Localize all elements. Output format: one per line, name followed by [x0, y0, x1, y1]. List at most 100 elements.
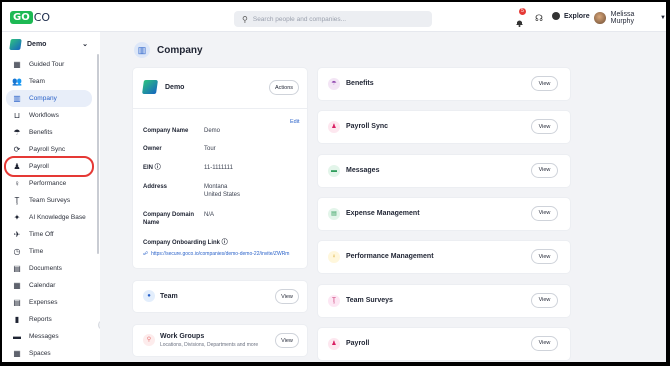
message-icon: ▬	[13, 332, 21, 341]
main-content: ▥ Company Demo Actions Edit Company Name…	[100, 32, 666, 362]
headset-icon[interactable]: ☊	[535, 13, 543, 24]
company-card: Demo Actions Edit Company Name Demo Owne…	[133, 68, 307, 268]
sidebar-item-label: Payroll Sync	[29, 146, 66, 153]
workflow-icon: ⊔	[13, 111, 21, 120]
plane-icon: ✈	[13, 230, 21, 239]
view-button[interactable]: View	[531, 76, 558, 91]
field-label: Owner	[143, 146, 162, 152]
explore-button[interactable]: Explore	[552, 12, 590, 20]
view-button[interactable]: View	[531, 119, 558, 135]
org-name: Demo	[27, 41, 47, 48]
team-card: ● Team View	[133, 281, 307, 312]
sidebar-item-label: AI Knowledge Base	[29, 214, 86, 221]
sidebar: Demo ⌄ ▦ Guided Tour 👥 Team ▥ Company ⊔ Workflo…	[2, 32, 99, 362]
view-button[interactable]: View	[531, 205, 558, 221]
performance-icon: ♀	[14, 179, 20, 188]
app-card-label: Benefits	[346, 80, 374, 87]
field-value: N/A	[204, 212, 215, 218]
location-pin-icon: ⚲	[143, 334, 155, 346]
notification-badge: 5	[519, 8, 526, 15]
team-card-label: Team	[160, 293, 178, 300]
survey-icon: Ţ	[328, 294, 340, 307]
chevron-down-icon: ▼	[660, 15, 666, 21]
field-label: Company Domain Name	[143, 212, 195, 226]
umbrella-icon: ☂	[328, 78, 340, 90]
page-header: ▥ Company	[134, 42, 203, 58]
edit-link[interactable]: Edit	[290, 119, 299, 125]
org-switcher[interactable]: Demo ⌄	[9, 38, 88, 51]
sidebar-item-label: Team	[29, 78, 45, 85]
app-card-label: Payroll	[346, 339, 370, 347]
view-button[interactable]: View	[531, 335, 558, 351]
sidebar-item-workflows[interactable]: ⊔ Workflows	[6, 107, 92, 124]
map-icon: ▦	[13, 60, 21, 69]
document-icon: ▤	[13, 264, 21, 273]
onboarding-link[interactable]: ☍ https://secure.goco.io/companies/demo-…	[143, 251, 289, 257]
sparkle-icon: ✦	[13, 213, 21, 222]
logo-co: CO	[33, 11, 51, 24]
company-card-name: Demo	[165, 83, 185, 91]
sidebar-item-reports[interactable]: ▮ Reports	[6, 311, 92, 328]
sync-icon: ⟳	[13, 145, 21, 154]
sidebar-item-benefits[interactable]: ☂ Benefits	[6, 124, 92, 141]
field-value: Tour	[204, 146, 216, 152]
sidebar-scrollbar[interactable]	[97, 54, 99, 254]
sidebar-item-payroll-sync[interactable]: ⟳ Payroll Sync	[6, 141, 92, 158]
divider	[133, 108, 307, 109]
sidebar-item-label: Documents	[29, 265, 62, 272]
company-logo-icon	[142, 80, 158, 94]
work-groups-card: ⚲ Work Groups Locations, Divisions, Depa…	[133, 325, 307, 356]
sidebar-nav: ▦ Guided Tour 👥 Team ▥ Company ⊔ Workflows ☂ Bene…	[4, 56, 94, 362]
view-button[interactable]: View	[531, 162, 558, 178]
work-groups-view-button[interactable]: View	[275, 333, 299, 348]
sidebar-item-label: Messages	[29, 333, 59, 340]
field-value: 11-1111111	[204, 165, 233, 171]
field-label: EIN ⓘ	[143, 165, 161, 171]
sidebar-item-team[interactable]: 👥 Team	[6, 73, 92, 90]
work-groups-label: Work Groups	[160, 333, 205, 340]
sidebar-item-payroll[interactable]: ♟ Payroll	[4, 156, 94, 177]
goco-logo[interactable]: GO CO	[10, 10, 50, 25]
sidebar-item-time[interactable]: ◷ Time	[6, 243, 92, 260]
sidebar-item-time-off[interactable]: ✈ Time Off	[6, 226, 92, 243]
search-input[interactable]	[252, 15, 413, 23]
team-view-button[interactable]: View	[275, 289, 299, 304]
app-card-benefits: ☂ Benefits View	[318, 68, 570, 100]
team-icon: 👥	[12, 77, 22, 86]
sidebar-item-ai-knowledge-base[interactable]: ✦ AI Knowledge Base	[6, 209, 92, 226]
sidebar-item-company[interactable]: ▥ Company	[6, 90, 92, 107]
building-icon: ▥	[134, 42, 150, 58]
view-button[interactable]: View	[531, 249, 558, 265]
sidebar-item-expenses[interactable]: ▤ Expenses	[6, 294, 92, 311]
app-card-expense-management: ▤ Expense Management View	[318, 197, 570, 230]
page-title: Company	[157, 44, 203, 56]
sidebar-item-performance[interactable]: ♀ Performance	[6, 175, 92, 192]
bell-icon	[516, 20, 523, 27]
sidebar-item-label: Benefits	[29, 129, 53, 136]
app-card-label: Team Surveys	[346, 296, 393, 304]
sidebar-item-team-surveys[interactable]: Ţ Team Surveys	[6, 192, 92, 209]
app-card-label: Performance Management	[346, 253, 434, 261]
user-name: Melissa Murphy	[610, 11, 635, 25]
building-icon: ▥	[13, 94, 21, 103]
sidebar-item-spaces[interactable]: ▦ Spaces	[6, 345, 92, 362]
sidebar-item-label: Guided Tour	[29, 61, 65, 68]
search-bar[interactable]: ⚲	[234, 11, 432, 27]
payroll-icon: ♟	[13, 162, 21, 171]
notifications-button[interactable]: 5	[515, 8, 526, 27]
app-card-team-surveys: Ţ Team Surveys View	[318, 284, 570, 317]
actions-button[interactable]: Actions	[269, 80, 299, 95]
field-value: Demo	[204, 128, 221, 134]
sidebar-item-guided-tour[interactable]: ▦ Guided Tour	[6, 56, 92, 73]
sidebar-item-documents[interactable]: ▤ Documents	[6, 260, 92, 277]
chevron-down-icon: ⌄	[82, 41, 88, 48]
user-menu[interactable]: Melissa Murphy ▼	[594, 11, 666, 25]
sidebar-item-messages[interactable]: ▬ Messages	[6, 328, 92, 345]
field-label: Address	[143, 184, 168, 190]
app-card-payroll: ♟ Payroll View	[318, 327, 570, 360]
sidebar-item-calendar[interactable]: ▦ Calendar	[6, 277, 92, 294]
view-button[interactable]: View	[531, 292, 558, 308]
top-bar: GO CO ⚲ 5 ☊ Explore Melissa Murphy ▼	[2, 2, 666, 32]
performance-icon: ♀	[328, 251, 340, 264]
sidebar-item-label: Time Off	[29, 231, 54, 238]
